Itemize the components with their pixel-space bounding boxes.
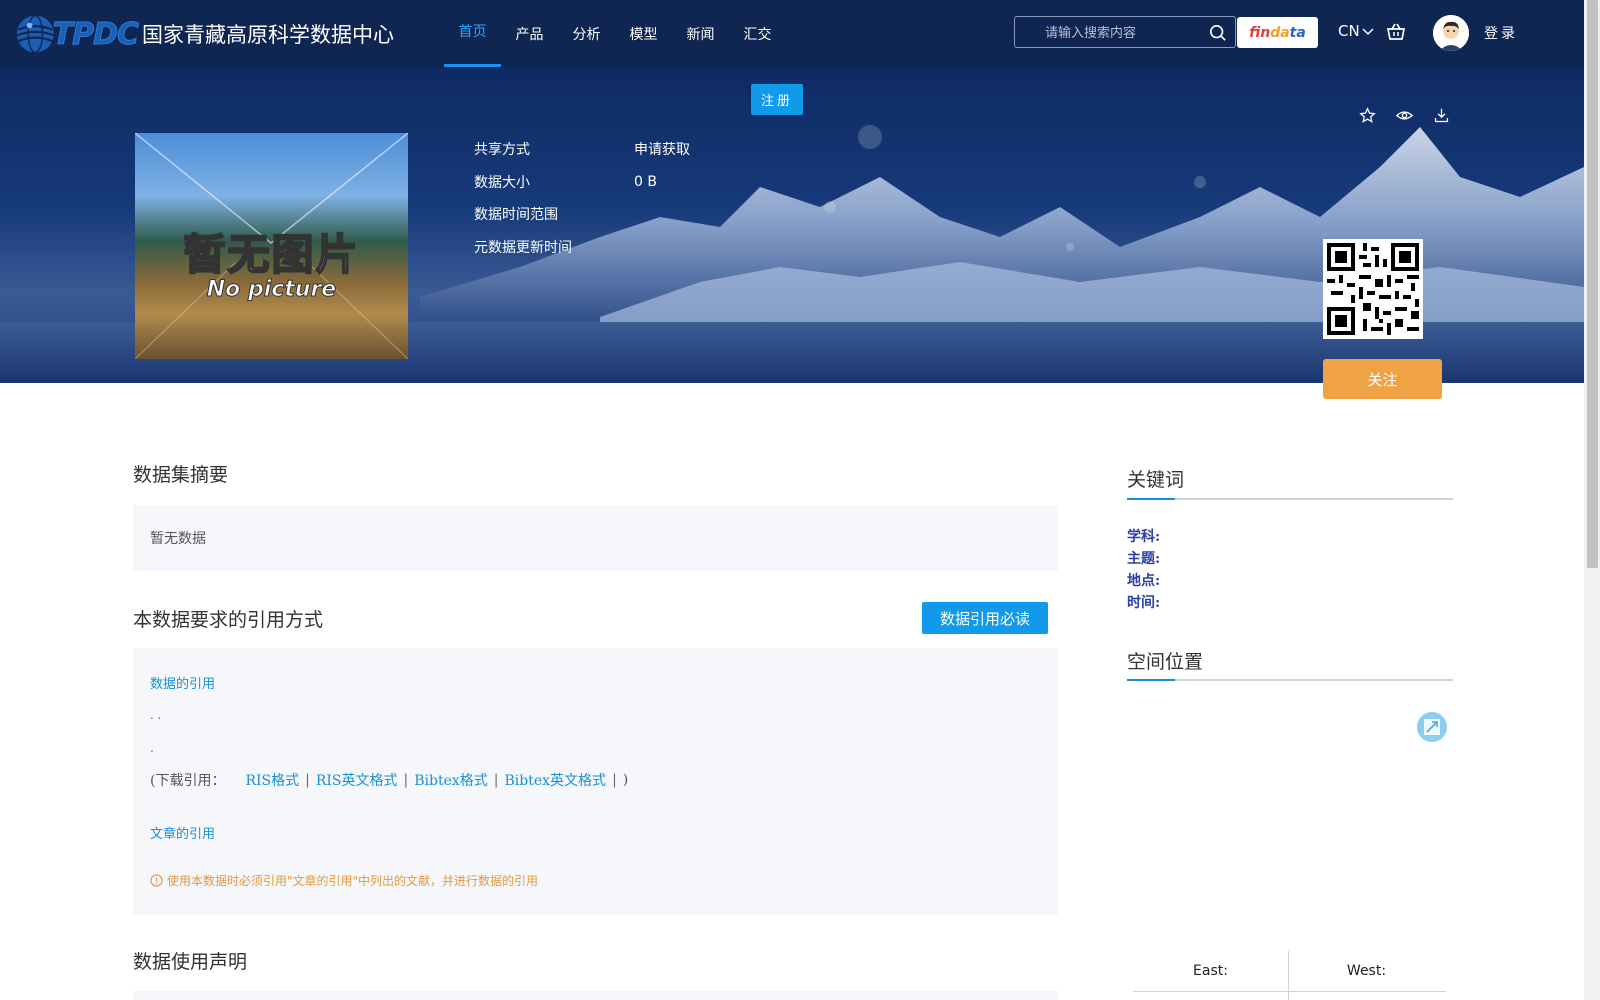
meta-label: 元数据更新时间: [474, 239, 572, 256]
meta-row-time-range: 数据时间范围: [474, 198, 690, 231]
site-logo[interactable]: TPDC 国家青藏高原科学数据中心: [14, 4, 394, 64]
nav-models[interactable]: 模型: [615, 0, 672, 67]
keyword-place: 地点:: [1127, 573, 1161, 589]
spatial-underline: [1127, 679, 1453, 681]
dataset-thumbnail: 暂无图片 No picture: [135, 133, 408, 359]
meta-value: 0 B: [634, 173, 657, 190]
follow-button[interactable]: 关注: [1323, 359, 1442, 399]
eye-icon[interactable]: [1396, 107, 1413, 124]
download-ris-en-link[interactable]: RIS英文格式: [316, 770, 398, 790]
keyword-time: 时间:: [1127, 595, 1161, 611]
keywords-title: 关键词: [1127, 469, 1185, 491]
nav-products[interactable]: 产品: [501, 0, 558, 67]
search-input[interactable]: [1015, 24, 1195, 40]
meta-value: 申请获取: [634, 142, 690, 159]
meta-label: 数据时间范围: [474, 207, 558, 224]
findata-label-part3: ta: [1289, 24, 1306, 41]
globe-logo-icon: [16, 14, 55, 54]
meta-row-sharing: 共享方式 申请获取: [474, 133, 690, 166]
citation-download: (下载引用： RIS格式 | RIS英文格式 | Bibtex格式 | Bibtex英…: [150, 770, 629, 790]
language-label: CN: [1338, 22, 1360, 40]
meta-row-size: 数据大小 0 B: [474, 166, 690, 199]
nav-analysis[interactable]: 分析: [558, 0, 615, 67]
top-navbar: TPDC 国家青藏高原科学数据中心 首页 产品 分析 模型 新闻 汇交 find…: [0, 0, 1584, 67]
avatar[interactable]: [1433, 15, 1469, 51]
download-ris-link[interactable]: RIS格式: [245, 770, 299, 790]
hero-banner: 注册 暂无图片 No picture 共享方式 申请获取 数据大小 0 B 数据…: [0, 67, 1584, 383]
chevron-down-icon: [1362, 28, 1374, 36]
data-citation-line1: . .: [150, 708, 162, 722]
usage-title: 数据使用声明: [133, 951, 248, 973]
page-scrollbar[interactable]: [1584, 0, 1600, 1000]
search-icon[interactable]: [1209, 24, 1227, 42]
nav-submit[interactable]: 汇交: [729, 0, 786, 67]
paper-citation-label: 文章的引用: [150, 827, 216, 842]
findata-label-part2: da: [1270, 24, 1290, 41]
spatial-title: 空间位置: [1127, 651, 1204, 673]
hero-actions: [1359, 107, 1450, 124]
cart-icon[interactable]: [1386, 22, 1406, 42]
main-nav: 首页 产品 分析 模型 新闻 汇交: [444, 0, 786, 67]
download-bibtex-link[interactable]: Bibtex格式: [414, 770, 488, 790]
dataset-meta: 共享方式 申请获取 数据大小 0 B 数据时间范围 元数据更新时间: [474, 133, 690, 263]
login-link[interactable]: 登录: [1484, 23, 1518, 43]
user-avatar-icon: [1433, 15, 1469, 51]
data-citation-label: 数据的引用: [150, 677, 216, 692]
nav-news[interactable]: 新闻: [672, 0, 729, 67]
citation-warning: 使用本数据时必须引用"文章的引用"中列出的文献，并进行数据的引用: [150, 872, 538, 889]
meta-row-updated: 元数据更新时间: [474, 231, 690, 264]
coordinates-table: East: West:: [1133, 951, 1446, 1000]
logo-chinese-name: 国家青藏高原科学数据中心: [142, 23, 394, 47]
findata-button[interactable]: fin da ta: [1237, 17, 1318, 48]
star-icon[interactable]: [1359, 107, 1376, 124]
keywords-underline: [1127, 498, 1453, 500]
logo-tpdc-text: TPDC: [52, 16, 139, 52]
abstract-title: 数据集摘要: [133, 464, 229, 486]
download-icon[interactable]: [1433, 107, 1450, 124]
search-box: [1014, 16, 1236, 48]
warning-icon: [150, 874, 163, 887]
warning-text: 使用本数据时必须引用"文章的引用"中列出的文献，并进行数据的引用: [167, 874, 539, 888]
keyword-subject: 学科:: [1127, 529, 1161, 545]
citation-title: 本数据要求的引用方式: [133, 609, 324, 631]
data-citation-line2: .: [150, 741, 154, 755]
expand-map-icon[interactable]: [1417, 712, 1447, 742]
west-label: West:: [1346, 963, 1387, 979]
download-suffix: ): [622, 772, 629, 788]
no-picture-title: 暂无图片: [182, 229, 360, 280]
abstract-text: 暂无数据: [150, 531, 206, 547]
language-switch[interactable]: CN: [1338, 22, 1374, 40]
qr-code-icon: [1323, 239, 1423, 339]
download-prefix: (下载引用：: [150, 773, 226, 789]
no-picture-subtitle: No picture: [206, 277, 337, 303]
keyword-topic: 主题:: [1127, 551, 1161, 567]
download-bibtex-en-link[interactable]: Bibtex英文格式: [505, 770, 607, 790]
register-button[interactable]: 注册: [751, 84, 803, 115]
meta-label: 数据大小: [474, 174, 530, 191]
findata-label-part1: fin: [1249, 24, 1271, 41]
east-label: East:: [1193, 963, 1228, 979]
usage-box: [133, 991, 1058, 1000]
nav-home[interactable]: 首页: [444, 0, 501, 67]
cite-must-read-button[interactable]: 数据引用必读: [922, 602, 1048, 634]
abstract-box: [133, 505, 1058, 571]
scrollbar-thumb[interactable]: [1587, 0, 1598, 568]
meta-label: 共享方式: [474, 142, 530, 159]
